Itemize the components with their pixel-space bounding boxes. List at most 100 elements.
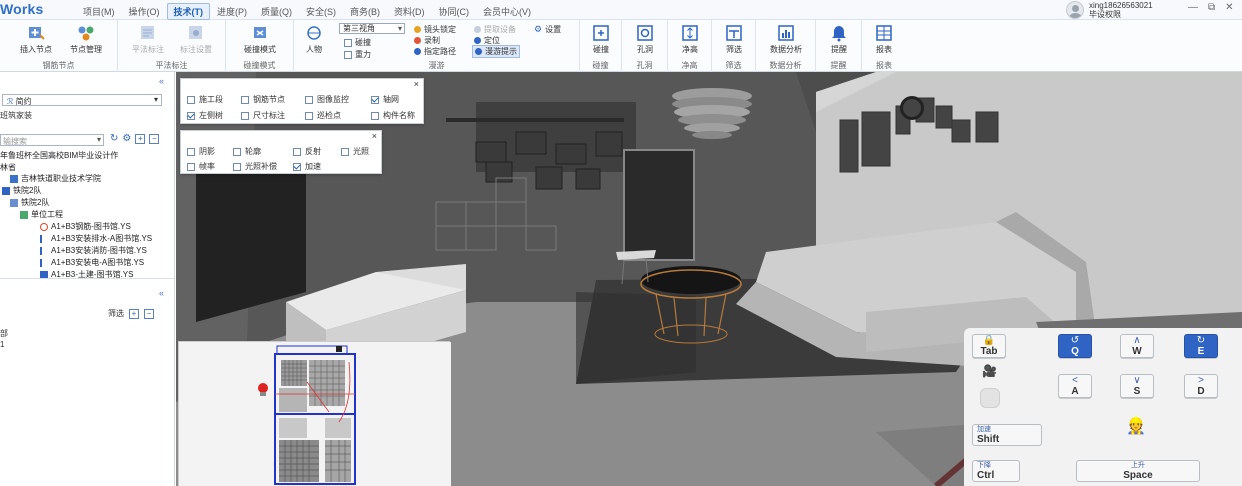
- filter-add-icon[interactable]: +: [129, 308, 139, 319]
- menu-safety[interactable]: 安全(S): [299, 3, 343, 20]
- key-shift[interactable]: 加速 Shift: [972, 424, 1042, 446]
- tree-item[interactable]: A1+B3安装排水-A图书馆.YS: [40, 233, 152, 244]
- building-icon: [10, 174, 18, 183]
- key-a[interactable]: < A: [1058, 374, 1092, 398]
- list-item[interactable]: 部: [0, 328, 8, 339]
- option-camera-monitor[interactable]: 图像监控: [305, 94, 349, 105]
- hole-button[interactable]: 孔洞: [623, 24, 667, 55]
- tour-settings-item[interactable]: ⚙ 设置: [534, 24, 561, 35]
- option-left-tree[interactable]: 左侧树: [187, 110, 223, 121]
- person-icon[interactable]: 👷: [1126, 416, 1146, 436]
- key-e[interactable]: ↻ E: [1184, 334, 1218, 358]
- tree-item[interactable]: 吉林铁道职业技术学院: [10, 173, 101, 184]
- option-light-compensation[interactable]: 光照补偿: [233, 161, 277, 172]
- tree-item[interactable]: 铁院2队: [2, 185, 41, 196]
- menu-technology[interactable]: 技术(T): [166, 3, 210, 20]
- tree-item[interactable]: 年鲁班杯全国高校BIM毕业设计作: [0, 150, 118, 161]
- key-tab[interactable]: 🔒 Tab: [972, 334, 1006, 358]
- menu-quality[interactable]: 质量(Q): [254, 3, 299, 20]
- menu-progress[interactable]: 进度(P): [210, 3, 254, 20]
- option-dimension[interactable]: 尺寸标注: [241, 110, 285, 121]
- lift-device-item[interactable]: 提取设备: [474, 24, 516, 35]
- tree-item[interactable]: A1+B3钢筋-图书馆.YS: [40, 221, 131, 232]
- restore-button[interactable]: ⧉: [1208, 2, 1215, 13]
- collapse-filter-button[interactable]: «: [159, 288, 164, 298]
- menu-project[interactable]: 项目(M): [76, 3, 122, 20]
- search-input[interactable]: 输搜索: [0, 134, 104, 146]
- collapse-left-button[interactable]: «: [159, 76, 164, 86]
- option-frame-rate[interactable]: 帧率: [187, 161, 215, 172]
- user-role: 毕设权限: [1089, 10, 1121, 19]
- option-acceleration[interactable]: 加速: [293, 161, 321, 172]
- camera-icon[interactable]: 🎥: [982, 364, 997, 378]
- 3d-viewport[interactable]: × 施工段 钢筋节点 图像监控 轴网 左侧树 尺寸标注 巡检点 构件名称 × 阴…: [176, 72, 1242, 486]
- collapse-all-icon[interactable]: −: [149, 134, 160, 144]
- person-button[interactable]: 人物: [294, 24, 334, 55]
- tree-item[interactable]: 林省: [0, 162, 16, 173]
- plan-mark-button[interactable]: 平法标注: [126, 24, 170, 55]
- filter-remove-icon[interactable]: −: [144, 308, 154, 319]
- expand-all-icon[interactable]: +: [135, 134, 146, 144]
- key-d[interactable]: > D: [1184, 374, 1218, 398]
- minimap-plan[interactable]: [179, 342, 451, 486]
- clear-height-button[interactable]: 净高: [668, 24, 712, 55]
- reminder-button[interactable]: 提醒: [817, 24, 861, 55]
- menu-member-center[interactable]: 会员中心(V): [476, 3, 538, 20]
- profile-select[interactable]: ℛ 简约: [2, 94, 162, 106]
- mark-settings-button[interactable]: 标注设置: [174, 24, 218, 55]
- key-s[interactable]: ∨ S: [1120, 374, 1154, 398]
- device-icon: [474, 26, 481, 33]
- gear-icon: ⚙: [534, 24, 543, 34]
- option-axis-grid[interactable]: 轴网: [371, 94, 399, 105]
- key-q[interactable]: ↺ Q: [1058, 334, 1092, 358]
- collision-button[interactable]: 碰撞: [580, 24, 622, 55]
- data-analysis-button[interactable]: 数据分析: [764, 24, 808, 55]
- close-panel-button[interactable]: ×: [372, 131, 377, 141]
- tree-item[interactable]: A1+B3安装消防-图书馆.YS: [40, 245, 147, 256]
- refresh-icon[interactable]: ↻: [110, 134, 118, 144]
- key-w[interactable]: ∧ W: [1120, 334, 1154, 358]
- list-item[interactable]: 1: [0, 340, 4, 349]
- option-component-name[interactable]: 构件名称: [371, 110, 415, 121]
- key-space[interactable]: 上升 Space: [1076, 460, 1200, 482]
- option-inspection-point[interactable]: 巡检点: [305, 110, 341, 121]
- report-button[interactable]: 报表: [862, 24, 906, 55]
- menu-operation[interactable]: 操作(O): [122, 3, 167, 20]
- option-rebar-node[interactable]: 钢筋节点: [241, 94, 285, 105]
- option-outline[interactable]: 轮廓: [233, 146, 261, 157]
- option-reflection[interactable]: 反射: [293, 146, 321, 157]
- tree-item[interactable]: 铁院2队: [10, 197, 49, 208]
- gravity-checkbox[interactable]: 重力: [344, 49, 371, 60]
- option-shadow[interactable]: 阴影: [187, 146, 215, 157]
- hint-icon: [475, 48, 482, 55]
- gear-icon[interactable]: ⚙: [122, 134, 131, 144]
- collision-mode-button[interactable]: 碰撞模式: [238, 24, 282, 55]
- set-path-item[interactable]: 指定路径: [414, 46, 456, 57]
- lock-camera-item[interactable]: 镜头锁定: [414, 24, 456, 35]
- tour-hint-item[interactable]: 漫游提示: [472, 45, 520, 58]
- node-manage-button[interactable]: 节点管理: [64, 24, 108, 55]
- user-info[interactable]: xing18626563021 毕设权限: [1066, 1, 1153, 19]
- minimize-button[interactable]: —: [1188, 2, 1198, 13]
- lock-icon: 🔒: [982, 335, 996, 346]
- option-lighting[interactable]: 光照: [341, 146, 369, 157]
- avatar[interactable]: [1066, 1, 1084, 19]
- drainage-file-icon: [40, 234, 48, 243]
- menu-documents[interactable]: 资料(D): [387, 3, 432, 20]
- movement-keypad: 🔒 Tab ↺ Q ∧ W ↻ E 🎥 < A ∨ S > D 加速 Shift…: [964, 328, 1242, 486]
- tree-item[interactable]: A1+B3安装电-A图书馆.YS: [40, 257, 144, 268]
- filter-button[interactable]: 筛选: [712, 24, 756, 55]
- close-button[interactable]: ✕: [1225, 2, 1233, 13]
- floor-plan-minimap[interactable]: [178, 341, 451, 486]
- insert-node-button[interactable]: 插入节点: [14, 24, 58, 55]
- menu-business[interactable]: 商务(B): [343, 3, 387, 20]
- record-item[interactable]: 录制: [414, 35, 440, 46]
- close-panel-button[interactable]: ×: [414, 79, 419, 89]
- menu-collaboration[interactable]: 协同(C): [432, 3, 477, 20]
- view-mode-select[interactable]: 第三视角: [339, 23, 405, 34]
- collision-checkbox[interactable]: 碰撞: [344, 37, 371, 48]
- tree-item[interactable]: 单位工程: [20, 209, 63, 220]
- collision-icon: [593, 25, 609, 41]
- option-construction-section[interactable]: 施工段: [187, 94, 223, 105]
- key-ctrl[interactable]: 下降 Ctrl: [972, 460, 1020, 482]
